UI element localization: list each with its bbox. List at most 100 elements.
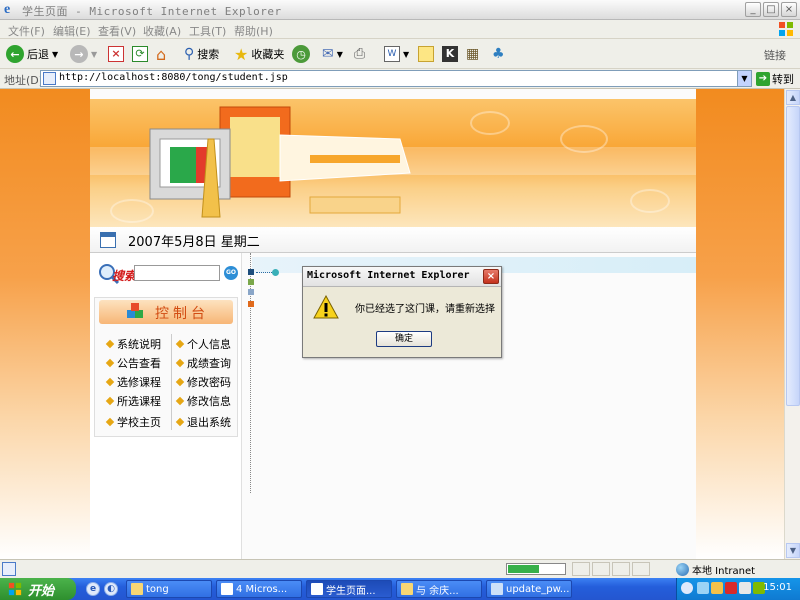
search-go-button[interactable]: GO [224,266,238,280]
warning-icon [313,295,339,319]
menu-school-home[interactable]: 学校主页 [105,414,161,430]
ie-icon: e [4,2,11,17]
quicklaunch-ie-icon[interactable]: e [86,582,100,596]
menu-logout[interactable]: 退出系统 [175,414,231,430]
dialog-close-button[interactable]: × [483,269,499,284]
links-label[interactable]: 链接 [764,47,786,63]
diamond-icon [105,377,115,387]
taskbar-item-tong[interactable]: tong [126,580,212,598]
search-box: 搜索 GO [98,263,238,285]
refresh-button[interactable]: ⟳ [132,43,148,65]
start-button[interactable]: 开始 [0,578,76,600]
k-icon: K [442,46,458,62]
taskbar-item-word[interactable]: 4 Micros... [216,580,302,598]
chevron-down-icon: ▼ [336,49,343,59]
tray-network-icon[interactable] [697,582,709,594]
square-bullet-icon [248,301,254,307]
address-url: http://localhost:8080/tong/student.jsp [59,72,288,83]
search-input[interactable] [134,265,220,281]
home-button[interactable]: ⌂ [156,43,166,65]
menu-bar: 文件(F) 编辑(E) 查看(V) 收藏(A) 工具(T) 帮助(H) [0,20,800,39]
go-arrow-icon: ➔ [756,72,770,86]
tray-antivirus-icon[interactable] [725,582,737,594]
scroll-thumb[interactable] [786,106,800,406]
back-button[interactable]: ← 后退 ▼ [6,43,58,65]
dialog-title: Microsoft Internet Explorer [307,270,470,281]
computer-illustration-icon [149,106,411,218]
address-dropdown-icon[interactable]: ▼ [737,71,751,86]
mail-icon: ✉ [322,46,334,62]
tray-arrow-icon[interactable] [681,582,693,594]
close-button[interactable]: × [781,2,797,17]
discuss-button[interactable] [418,43,434,65]
teal-dot-icon [272,269,279,276]
taskbar: 开始 e ◐ tong 4 Micros... 学生页面... 与 余庆... … [0,578,800,600]
research-icon: ▦ [466,46,480,62]
forward-arrow-icon: → [70,45,88,63]
tray-user-icon[interactable] [711,582,723,594]
print-button[interactable]: ⎙ [354,43,365,65]
menu-change-password[interactable]: 修改密码 [175,374,231,390]
menu-system-info[interactable]: 系统说明 [105,336,161,352]
tray-volume-icon[interactable] [739,582,751,594]
current-date: 2007年5月8日 星期二 [128,235,260,250]
menu-tools[interactable]: 工具(T) [189,23,226,39]
diamond-icon [105,417,115,427]
menu-elective-courses[interactable]: 选修课程 [105,374,161,390]
minimize-button[interactable]: _ [745,2,761,17]
zone-label: 本地 Intranet [692,566,756,577]
quicklaunch-desktop-icon[interactable]: ◐ [104,582,118,596]
scroll-up-icon[interactable]: ▲ [786,90,800,105]
alert-dialog: Microsoft Internet Explorer × 你已经选了这门课，请… [302,266,502,358]
k-button[interactable]: K [442,43,458,65]
system-tray: 15:01 [676,578,800,600]
menu-view[interactable]: 查看(V) [98,23,136,39]
history-button[interactable]: ◷ [292,43,310,65]
dialog-ok-button[interactable]: 确定 [376,331,432,347]
left-panel: 搜索 GO 控制台 系统说明 公告查看 选修课程 所选课程 学校主页 个人信息 … [90,253,242,559]
file-icon [491,583,503,595]
control-panel: 控制台 系统说明 公告查看 选修课程 所选课程 学校主页 个人信息 成绩查询 修… [94,297,238,437]
edit-button[interactable]: W ▼ [384,43,409,65]
menu-edit[interactable]: 编辑(E) [53,23,91,39]
menu-personal-info[interactable]: 个人信息 [175,336,231,352]
dialog-message: 你已经选了这门课，请重新选择 [355,304,495,315]
go-button[interactable]: ➔ 转到 [756,71,794,87]
maximize-button[interactable]: □ [763,2,779,17]
favorites-button[interactable]: ★ 收藏夹 [234,43,284,65]
address-bar: 地址(D) http://localhost:8080/tong/student… [0,69,800,89]
taskbar-item-chat[interactable]: 与 余庆... [396,580,482,598]
stop-button[interactable]: × [108,43,124,65]
diamond-icon [105,396,115,406]
address-input[interactable]: http://localhost:8080/tong/student.jsp ▼ [40,70,752,87]
vertical-scrollbar[interactable]: ▲ ▼ [784,89,800,559]
menu-file[interactable]: 文件(F) [8,23,45,39]
taskbar-item-update-pw[interactable]: update_pw... [486,580,572,598]
chevron-down-icon: ▼ [403,49,410,59]
chat-icon [401,583,413,595]
clock: 15:01 [763,582,792,593]
search-button[interactable]: ⚲ 搜索 [184,43,219,65]
diamond-icon [175,358,185,368]
stop-icon: × [108,46,124,62]
research-button[interactable]: ▦ [466,43,479,65]
diamond-icon [105,358,115,368]
menu-announcements[interactable]: 公告查看 [105,355,161,371]
ie-page-icon [311,583,323,595]
diamond-icon [175,339,185,349]
note-icon [418,46,434,62]
windows-flag-icon [8,582,22,596]
control-panel-header: 控制台 [99,300,233,324]
menu-edit-info[interactable]: 修改信息 [175,393,231,409]
mail-button[interactable]: ✉ ▼ [322,43,343,65]
dialog-title-bar: Microsoft Internet Explorer × [303,267,501,287]
messenger-button[interactable]: ♣ [492,43,505,65]
taskbar-item-student-page[interactable]: 学生页面... [306,580,392,598]
square-bullet-icon [248,279,254,285]
menu-selected-courses[interactable]: 所选课程 [105,393,161,409]
scroll-down-icon[interactable]: ▼ [786,543,800,558]
menu-grade-query[interactable]: 成绩查询 [175,355,231,371]
forward-button[interactable]: → ▼ [70,43,97,65]
menu-favorites[interactable]: 收藏(A) [143,23,181,39]
menu-help[interactable]: 帮助(H) [234,23,273,39]
